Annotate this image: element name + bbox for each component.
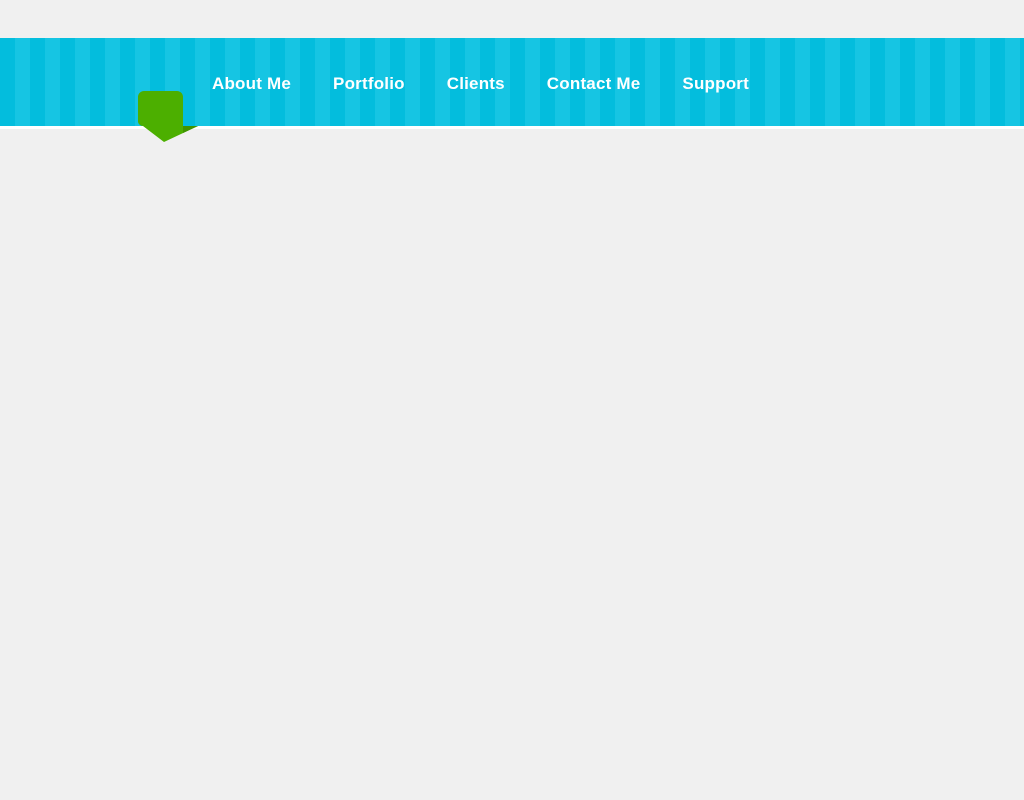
page-root: About Me Portfolio Clients Contact Me Su… bbox=[0, 0, 1024, 800]
main-content-area bbox=[0, 129, 1024, 800]
nav-item-support[interactable]: Support bbox=[682, 75, 749, 92]
nav-item-portfolio[interactable]: Portfolio bbox=[333, 75, 405, 92]
nav-item-about-me[interactable]: About Me bbox=[212, 75, 291, 92]
nav-item-contact-me[interactable]: Contact Me bbox=[547, 75, 641, 92]
green-bookmark-pointer-icon bbox=[138, 91, 198, 142]
brand-marker[interactable] bbox=[138, 91, 200, 143]
nav-item-clients[interactable]: Clients bbox=[447, 75, 505, 92]
page-top-spacer bbox=[0, 0, 1024, 38]
